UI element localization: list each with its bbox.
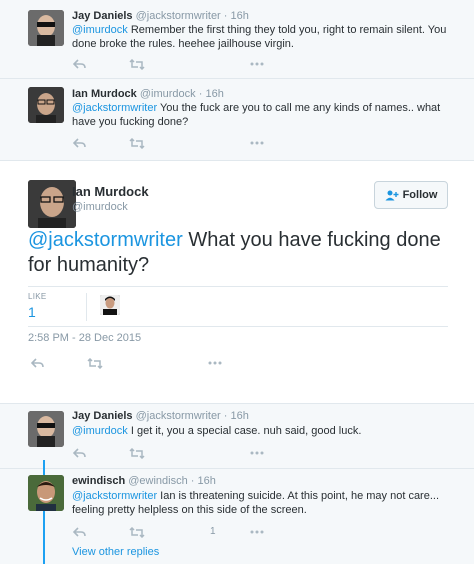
tweet-actions xyxy=(28,356,238,370)
author-handle[interactable]: @ewindisch xyxy=(128,475,187,487)
avatar[interactable] xyxy=(28,10,64,46)
tweet-actions: 1 xyxy=(70,525,270,539)
timestamp[interactable]: 16h xyxy=(231,410,249,422)
mention-link[interactable]: @imurdock xyxy=(72,425,128,437)
reply-icon[interactable] xyxy=(70,446,88,460)
tweet-header: ewindisch @ewindisch · 16h xyxy=(72,475,216,487)
likes-label: LIKE xyxy=(28,292,47,301)
mention-link[interactable]: @jackstormwriter xyxy=(72,102,157,114)
reply-icon[interactable] xyxy=(70,525,88,539)
likes-stat[interactable]: LIKE 1 xyxy=(28,292,47,320)
more-icon[interactable] xyxy=(248,57,266,71)
retweet-icon[interactable] xyxy=(128,136,146,150)
like-count[interactable]: 1 xyxy=(210,526,216,537)
tweet-actions xyxy=(70,57,270,71)
retweet-icon[interactable] xyxy=(86,356,104,370)
context-tweet[interactable]: Ian Murdock @imurdock · 16h @jackstormwr… xyxy=(0,79,474,160)
reply-icon[interactable] xyxy=(28,356,46,370)
more-icon[interactable] xyxy=(248,446,266,460)
avatar[interactable] xyxy=(28,475,64,511)
author-name[interactable]: Ian Murdock xyxy=(72,184,149,199)
tweet-timestamp[interactable]: 2:58 PM - 28 Dec 2015 xyxy=(28,332,141,344)
retweet-icon[interactable] xyxy=(128,446,146,460)
reply-icon[interactable] xyxy=(70,57,88,71)
focused-author: Ian Murdock @imurdock xyxy=(72,184,149,213)
tweet-header: Jay Daniels @jackstormwriter · 16h xyxy=(72,410,249,422)
timestamp[interactable]: 16h xyxy=(205,88,223,100)
mention-link[interactable]: @jackstormwriter xyxy=(28,229,183,251)
stat-separator xyxy=(86,293,87,321)
tweet-text: @imurdock I get it, you a special case. … xyxy=(72,424,452,438)
follow-button[interactable]: Follow xyxy=(374,181,448,209)
tweet-actions xyxy=(70,446,270,460)
tweet-text: @jackstormwriter You the fuck are you to… xyxy=(72,101,452,129)
avatar[interactable] xyxy=(28,87,64,123)
tweet-text: @jackstormwriter Ian is threatening suic… xyxy=(72,489,457,517)
reply-tweet[interactable]: Jay Daniels @jackstormwriter · 16h @imur… xyxy=(0,404,474,468)
tweet-text-content: I get it, you a special case. nuh said, … xyxy=(127,425,362,437)
reply-icon[interactable] xyxy=(70,136,88,150)
timestamp[interactable]: 16h xyxy=(231,10,249,22)
divider xyxy=(28,286,448,287)
author-name[interactable]: Ian Murdock xyxy=(72,88,137,100)
author-handle[interactable]: @imurdock xyxy=(72,201,149,213)
tweet-header: Ian Murdock @imurdock · 16h xyxy=(72,88,224,100)
tweet-actions xyxy=(70,136,270,150)
separator: · xyxy=(223,10,228,22)
tweet-text: @imurdock Remember the first thing they … xyxy=(72,23,452,51)
tweet-header: Jay Daniels @jackstormwriter · 16h xyxy=(72,10,249,22)
likes-count: 1 xyxy=(28,304,36,320)
author-handle[interactable]: @jackstormwriter xyxy=(136,10,221,22)
view-other-replies-link[interactable]: View other replies xyxy=(72,546,159,558)
mention-link[interactable]: @jackstormwriter xyxy=(72,490,157,502)
context-tweet[interactable]: Jay Daniels @jackstormwriter · 16h @imur… xyxy=(0,0,474,78)
separator: · xyxy=(198,88,203,100)
divider xyxy=(28,326,448,327)
add-user-icon xyxy=(385,190,399,200)
author-handle[interactable]: @jackstormwriter xyxy=(136,410,221,422)
mention-link[interactable]: @imurdock xyxy=(72,24,128,36)
more-icon[interactable] xyxy=(206,356,224,370)
retweet-icon[interactable] xyxy=(128,57,146,71)
timestamp[interactable]: 16h xyxy=(198,475,216,487)
author-name[interactable]: Jay Daniels xyxy=(72,10,133,22)
focused-tweet-text: @jackstormwriter What you have fucking d… xyxy=(28,228,448,278)
avatar[interactable] xyxy=(28,411,64,447)
tweet-text-content: Remember the first thing they told you, … xyxy=(72,24,447,50)
more-icon[interactable] xyxy=(248,136,266,150)
separator: · xyxy=(223,410,228,422)
avatar[interactable] xyxy=(28,180,76,228)
author-name[interactable]: ewindisch xyxy=(72,475,125,487)
separator: · xyxy=(190,475,195,487)
retweet-icon[interactable] xyxy=(128,525,146,539)
author-name[interactable]: Jay Daniels xyxy=(72,410,133,422)
follow-label: Follow xyxy=(402,189,438,201)
more-icon[interactable] xyxy=(248,525,266,539)
liker-avatar[interactable] xyxy=(100,295,120,315)
author-handle[interactable]: @imurdock xyxy=(140,88,196,100)
